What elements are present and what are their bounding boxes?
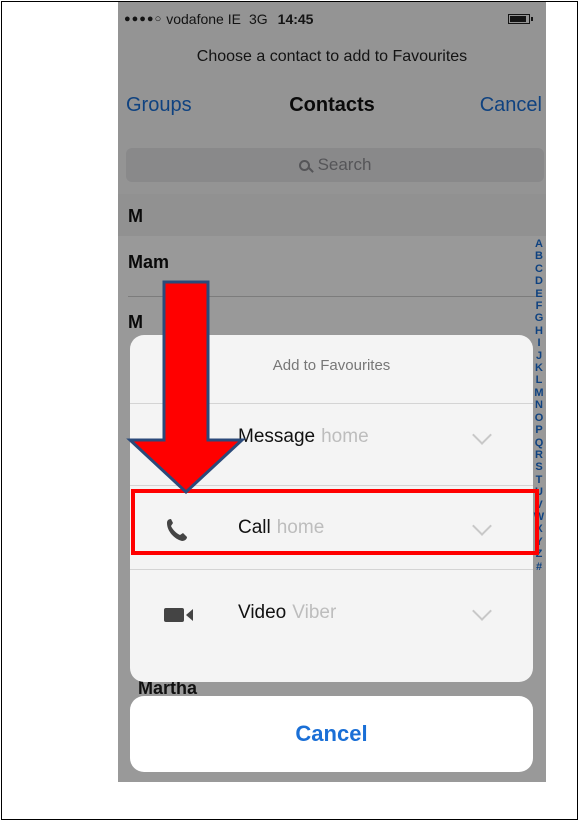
- chevron-down-icon[interactable]: [472, 601, 492, 621]
- video-sub: Viber: [292, 602, 337, 623]
- message-sub: home: [321, 426, 369, 447]
- video-option[interactable]: Video Viber: [130, 580, 533, 650]
- red-arrow-annotation: [126, 280, 246, 494]
- option-label: Message home: [238, 426, 369, 448]
- cancel-button[interactable]: Cancel: [130, 696, 533, 772]
- chevron-down-icon[interactable]: [472, 425, 492, 445]
- screenshot-frame: ●●●●○ vodafone IE 3G 14:45 Choose a cont…: [1, 1, 578, 820]
- video-label: Video: [238, 602, 287, 623]
- sheet-divider: [130, 569, 533, 570]
- option-label: Video Viber: [238, 602, 336, 624]
- call-highlight-box: [131, 489, 539, 555]
- message-label: Message: [238, 426, 316, 447]
- video-camera-icon: [164, 608, 193, 622]
